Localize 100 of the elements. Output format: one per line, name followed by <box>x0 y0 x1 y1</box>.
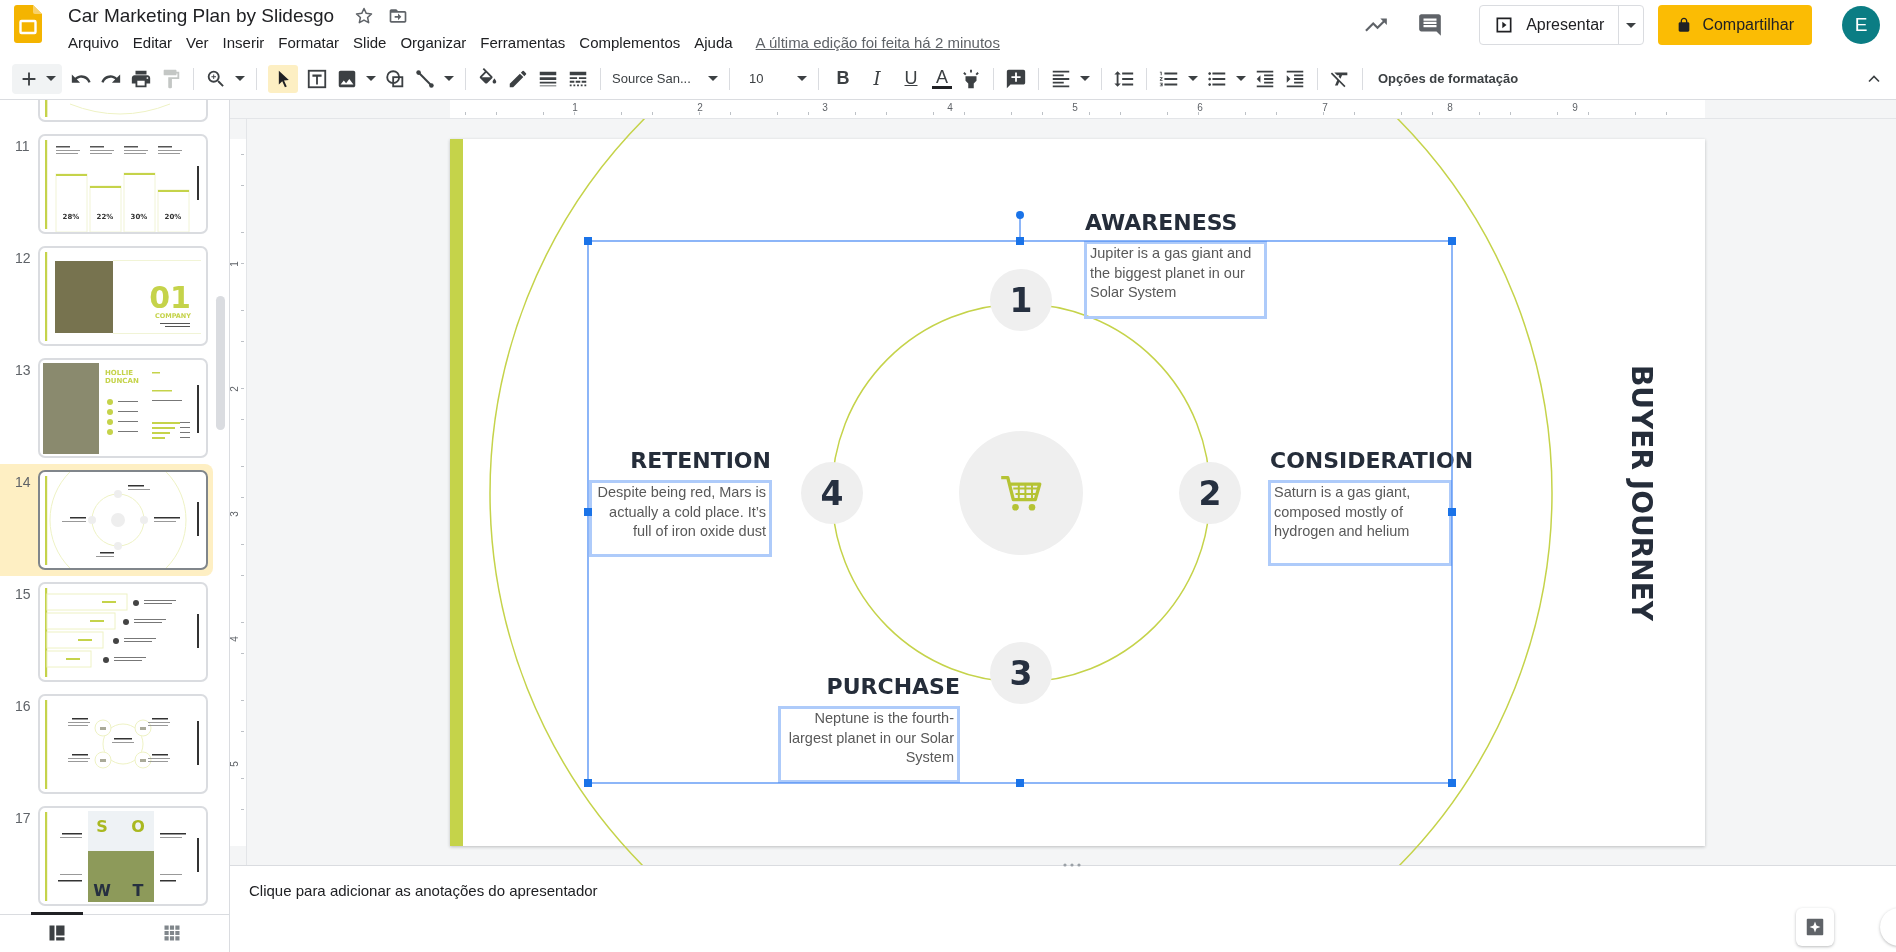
stage-heading: PURCHASE <box>826 673 960 701</box>
stage-description[interactable]: Neptune is the fourth-largest planet in our Solar System <box>778 706 960 783</box>
stage-heading: RETENTION <box>630 447 771 475</box>
swot-letter: T <box>132 881 144 900</box>
slide-number: 16 <box>14 697 32 716</box>
ruler-number: 7 <box>1322 102 1328 113</box>
bold-button[interactable]: B <box>830 68 856 89</box>
slide-number: 15 <box>14 585 32 604</box>
resize-handle[interactable] <box>1448 508 1456 516</box>
play-icon <box>1494 15 1515 35</box>
menu-item[interactable]: Complementos <box>572 33 688 51</box>
add-comment-icon[interactable] <box>1005 67 1027 90</box>
caret-icon[interactable] <box>235 76 245 81</box>
ruler-number: 4 <box>947 102 953 113</box>
menu-item[interactable]: Editar <box>125 33 180 51</box>
ruler-number: 9 <box>1572 102 1578 113</box>
menu-item[interactable]: Organizar <box>393 33 474 51</box>
stage-heading: AWARENESS <box>1085 209 1238 237</box>
menu-item[interactable]: Inserir <box>215 33 272 51</box>
filmstrip-icon <box>47 923 68 943</box>
italic-button[interactable]: I <box>864 68 890 89</box>
folder-icon[interactable] <box>388 6 409 26</box>
ruler-number: 3 <box>822 102 828 113</box>
step-number: 2 <box>1179 462 1241 524</box>
resize-handle[interactable] <box>584 779 592 787</box>
resize-handle[interactable] <box>584 237 592 245</box>
line-icon[interactable] <box>414 67 436 90</box>
caret-icon[interactable] <box>46 76 56 81</box>
text-box-icon[interactable] <box>306 67 328 90</box>
stage-description[interactable]: Despite being red, Mars is actually a cold place. It’s full of iron oxide dust <box>589 480 772 557</box>
menu-item[interactable]: Slide <box>346 33 394 51</box>
step-number: 1 <box>990 269 1052 331</box>
slide-number: 11 <box>14 137 31 156</box>
bar <box>89 185 122 232</box>
color-button[interactable]: A <box>932 68 952 89</box>
caret-icon[interactable] <box>366 76 376 81</box>
slide-thumbnail[interactable]: S O W T <box>38 806 208 906</box>
slide-title: BUYER JOURNEY <box>1624 364 1658 622</box>
menu-item[interactable]: Ver <box>179 33 216 51</box>
font-dropdown[interactable]: Source San... <box>612 71 700 86</box>
step-number: 3 <box>990 642 1052 704</box>
ruler-number: 8 <box>1447 102 1453 113</box>
menu-item[interactable]: Formatar <box>271 33 347 51</box>
drag-handle-icon[interactable] <box>1062 863 1082 867</box>
menu-item[interactable]: Arquivo <box>68 33 126 51</box>
bar <box>123 172 156 232</box>
ruler-number: 3 <box>229 511 241 517</box>
ruler-number: 2 <box>229 386 241 392</box>
caret-icon[interactable] <box>1236 76 1246 81</box>
swot-letter: O <box>131 817 145 836</box>
ruler-number: 6 <box>1197 102 1203 113</box>
resize-handle[interactable] <box>1448 779 1456 787</box>
new-slide-button[interactable] <box>12 63 62 94</box>
select-tool-button[interactable] <box>268 64 298 93</box>
stage-description[interactable]: Jupiter is a gas giant and the biggest planet in our Solar System <box>1084 241 1267 319</box>
present-label[interactable]: Apresentar <box>1526 16 1605 34</box>
menu-item[interactable]: Ajuda <box>687 33 740 51</box>
resize-handle[interactable] <box>1016 237 1024 245</box>
ruler-number: 1 <box>229 261 241 267</box>
ruler-number: 5 <box>1072 102 1078 113</box>
last-edit-link[interactable]: A última edição foi feita há 2 minutos <box>755 33 1000 51</box>
ruler-number: 4 <box>229 636 241 642</box>
rotate-handle[interactable] <box>1016 211 1024 239</box>
bar <box>55 173 88 232</box>
resize-handle[interactable] <box>1448 237 1456 245</box>
star-icon[interactable] <box>354 6 375 26</box>
bar <box>157 189 190 232</box>
font-size-dropdown[interactable]: 10 <box>741 71 789 86</box>
caret-icon[interactable] <box>797 76 807 81</box>
swot-letter: W <box>93 881 111 900</box>
resize-handle[interactable] <box>1016 779 1024 787</box>
caret-icon[interactable] <box>444 76 454 81</box>
user-avatar[interactable]: E <box>1842 6 1880 44</box>
slide-thumbnail[interactable] <box>38 470 208 570</box>
swot-letter: S <box>96 817 108 836</box>
speaker-notes-field[interactable]: Clique para adicionar as anotações do apresentador <box>249 882 598 899</box>
ruler-number: 1 <box>572 102 578 113</box>
highlight-icon[interactable] <box>960 67 982 90</box>
scrollbar-thumb[interactable] <box>216 296 225 430</box>
document-title[interactable]: Car Marketing Plan by Slidesgo <box>68 5 335 27</box>
sparkle-icon <box>1804 916 1826 938</box>
caret-icon[interactable] <box>1080 76 1090 81</box>
explore-button[interactable] <box>1796 908 1834 946</box>
slide-number: 17 <box>14 809 32 828</box>
underline-button[interactable]: U <box>898 68 924 89</box>
format-options-button[interactable]: Opções de formatação <box>1378 71 1519 86</box>
stage-description[interactable]: Saturn is a gas giant, composed mostly of hydrogen and helium <box>1268 480 1452 566</box>
shape-icon[interactable] <box>384 67 406 90</box>
resize-handle[interactable] <box>584 508 592 516</box>
shopping-cart-icon <box>999 473 1043 513</box>
present-button[interactable]: Apresentar <box>1479 5 1645 45</box>
caret-icon[interactable] <box>708 76 718 81</box>
caret-icon[interactable] <box>1626 22 1637 28</box>
share-button[interactable]: Compartilhar <box>1658 5 1812 45</box>
comment-icon[interactable] <box>1417 12 1444 38</box>
ruler-number: 2 <box>697 102 703 113</box>
caret-icon[interactable] <box>1188 76 1198 81</box>
slide-number: 14 <box>14 473 32 492</box>
menu-item[interactable]: Ferramentas <box>473 33 573 51</box>
stage-heading: CONSIDERATION <box>1270 447 1474 475</box>
